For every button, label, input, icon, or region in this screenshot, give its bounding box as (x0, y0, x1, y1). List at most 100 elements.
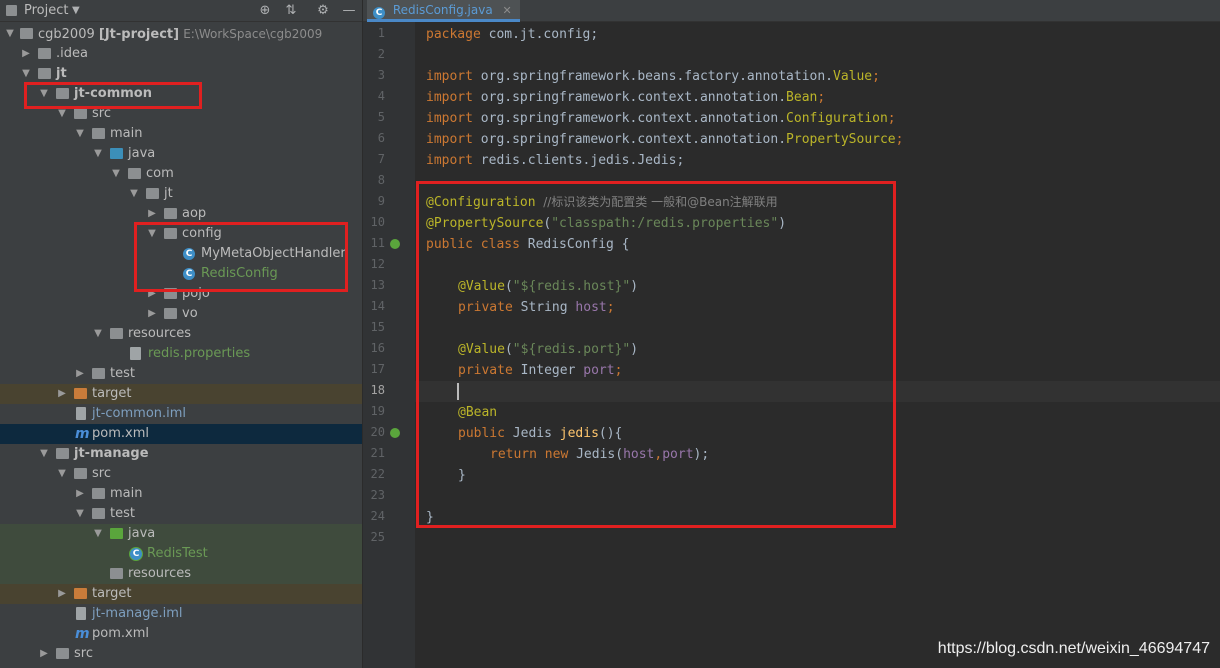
editor-tab-bar: C RedisConfig.java ✕ (363, 0, 1220, 22)
spring-bean-gutter-icon[interactable] (390, 428, 400, 438)
chevron-down-icon[interactable]: ▼ (38, 444, 50, 464)
spring-bean-gutter-icon[interactable] (390, 239, 400, 249)
tree-item-redisconfig[interactable]: C RedisConfig (0, 264, 362, 284)
chevron-right-icon[interactable]: ▶ (146, 304, 158, 324)
code-token: } (426, 510, 434, 525)
folder-icon (74, 108, 87, 119)
tree-item-label: src (92, 106, 111, 121)
tree-item-label: jt (164, 186, 173, 201)
tree-item-vo[interactable]: ▶ vo (0, 304, 362, 324)
tree-item-main[interactable]: ▶ main (0, 484, 362, 504)
chevron-down-icon[interactable]: ▼ (38, 84, 50, 104)
tree-item-mymetaobjecthandler[interactable]: C MyMetaObjectHandler (0, 244, 362, 264)
module-folder-icon (56, 88, 69, 99)
code-token: @Value (458, 279, 505, 294)
tree-item-pom-xml[interactable]: m pom.xml (0, 424, 362, 444)
gear-icon[interactable]: ⚙ (315, 3, 331, 19)
chevron-down-icon[interactable]: ▼ (4, 24, 16, 44)
code-token: ; (606, 300, 615, 315)
tree-item-src[interactable]: ▼ src (0, 104, 362, 124)
project-panel-header: Project ▼ ⊕ ⇅ ⚙ — (0, 0, 362, 22)
chevron-down-icon[interactable]: ▼ (146, 224, 158, 244)
tree-item-jt-manage-iml[interactable]: jt-manage.iml (0, 604, 362, 624)
tree-item-redis-properties[interactable]: redis.properties (0, 344, 362, 364)
tree-item-src[interactable]: ▶ src (0, 644, 362, 664)
code-token: "${redis.port}" (512, 342, 631, 357)
java-class-icon: C (183, 268, 195, 280)
tree-item-jt-common-iml[interactable]: jt-common.iml (0, 404, 362, 424)
tree-item-resources[interactable]: resources (0, 564, 362, 584)
code-token: public (458, 426, 505, 441)
tree-item-label: RedisTest (147, 546, 208, 561)
tree-item-idea[interactable]: ▶ .idea (0, 44, 362, 64)
code-editor[interactable]: C RedisConfig.java ✕ 1 2 3 4 5 6 7 8 9 1… (363, 0, 1220, 668)
package-icon (164, 288, 177, 299)
chevron-right-icon[interactable]: ▶ (74, 484, 86, 504)
tree-item-jt-manage[interactable]: ▼ jt-manage (0, 444, 362, 464)
collapse-all-icon[interactable]: ⇅ (283, 3, 299, 19)
tree-item-target[interactable]: ▶ target (0, 584, 362, 604)
tree-item-jt-package[interactable]: ▼ jt (0, 184, 362, 204)
tree-item-suffix: [Jt-project] (98, 27, 180, 42)
tree-item-cgb2009[interactable]: ▼ cgb2009 [Jt-project] E:\WorkSpace\cgb2… (0, 24, 362, 44)
tree-item-resources[interactable]: ▼ resources (0, 324, 362, 344)
tree-item-redistest[interactable]: C RedisTest (0, 544, 362, 564)
code-line-5: import org.springframework.context.annot… (426, 111, 896, 126)
tree-item-label: redis.properties (148, 346, 251, 361)
code-line-4: import org.springframework.context.annot… (426, 90, 826, 105)
tree-item-com[interactable]: ▼ com (0, 164, 362, 184)
line-number: 3 (377, 68, 385, 82)
code-token: ; (614, 363, 623, 378)
tree-item-java[interactable]: ▼ java (0, 524, 362, 544)
folder-icon (92, 368, 105, 379)
chevron-right-icon[interactable]: ▶ (38, 644, 50, 664)
chevron-down-icon[interactable]: ▼ (56, 104, 68, 124)
chevron-right-icon[interactable]: ▶ (20, 44, 32, 64)
tree-item-pojo[interactable]: ▶ pojo (0, 284, 362, 304)
test-resources-folder-icon (110, 568, 123, 579)
chevron-right-icon[interactable]: ▶ (56, 384, 68, 404)
tree-item-target[interactable]: ▶ target (0, 384, 362, 404)
tree-item-config[interactable]: ▼ config (0, 224, 362, 244)
chevron-down-icon[interactable]: ▼ (128, 184, 140, 204)
code-token: import (426, 111, 473, 126)
chevron-down-icon[interactable]: ▼ (72, 0, 80, 22)
close-icon[interactable]: ✕ (503, 4, 512, 17)
tree-item-main[interactable]: ▼ main (0, 124, 362, 144)
minimize-icon[interactable]: — (341, 3, 357, 19)
chevron-down-icon[interactable]: ▼ (56, 464, 68, 484)
package-icon (164, 308, 177, 319)
chevron-down-icon[interactable]: ▼ (74, 124, 86, 144)
code-token: Bean (786, 90, 818, 105)
chevron-down-icon[interactable]: ▼ (110, 164, 122, 184)
chevron-right-icon[interactable]: ▶ (56, 584, 68, 604)
code-token: @Bean (458, 405, 498, 420)
line-number: 25 (370, 530, 385, 544)
chevron-down-icon[interactable]: ▼ (92, 524, 104, 544)
tree-item-java[interactable]: ▼ java (0, 144, 362, 164)
tree-item-test[interactable]: ▶ test (0, 364, 362, 384)
tree-item-test[interactable]: ▼ test (0, 504, 362, 524)
tree-item-aop[interactable]: ▶ aop (0, 204, 362, 224)
locate-icon[interactable]: ⊕ (257, 3, 273, 19)
tree-item-jt-common[interactable]: ▼ jt-common (0, 84, 362, 104)
tree-item-pom-xml[interactable]: m pom.xml (0, 624, 362, 644)
tree-item-src[interactable]: ▼ src (0, 464, 362, 484)
project-view-title[interactable]: Project (24, 0, 68, 22)
chevron-down-icon[interactable]: ▼ (74, 504, 86, 524)
chevron-right-icon[interactable]: ▶ (74, 364, 86, 384)
tree-item-label: test (110, 366, 135, 381)
tab-redisconfig[interactable]: C RedisConfig.java ✕ (367, 0, 520, 22)
code-line-13: @Value("${redis.host}") (458, 276, 638, 297)
tree-item-label: main (110, 126, 143, 141)
chevron-down-icon[interactable]: ▼ (92, 324, 104, 344)
chevron-right-icon[interactable]: ▶ (146, 284, 158, 304)
folder-icon (92, 128, 105, 139)
code-line-19: @Bean (458, 402, 497, 423)
chevron-down-icon[interactable]: ▼ (20, 64, 32, 84)
chevron-down-icon[interactable]: ▼ (92, 144, 104, 164)
line-number: 12 (370, 257, 385, 271)
chevron-right-icon[interactable]: ▶ (146, 204, 158, 224)
tree-item-jt[interactable]: ▼ jt (0, 64, 362, 84)
line-number: 5 (377, 110, 385, 124)
